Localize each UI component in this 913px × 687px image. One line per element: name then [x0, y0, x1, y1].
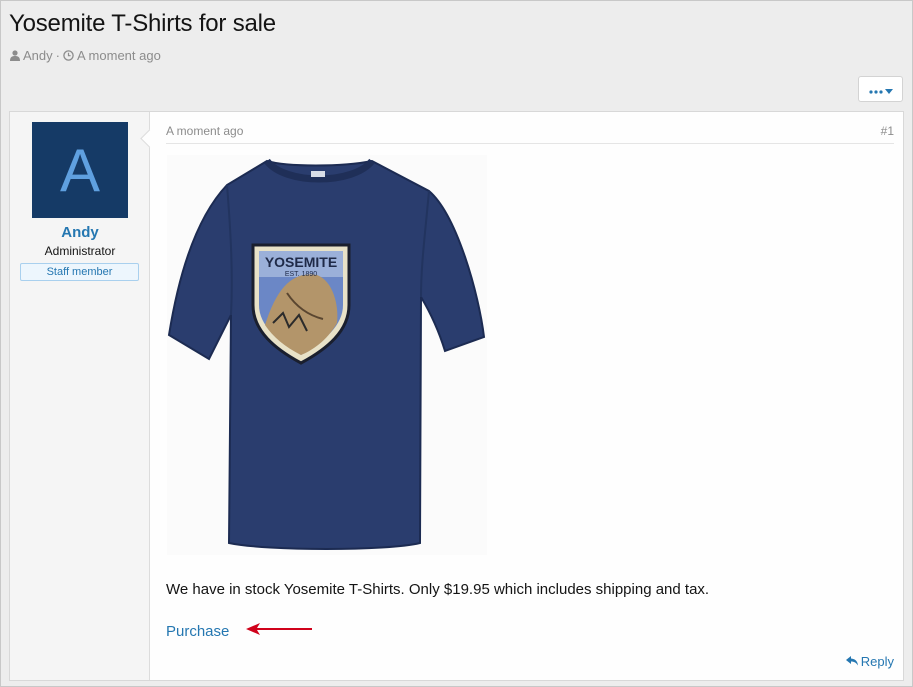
chevron-down-icon [884, 81, 893, 97]
purchase-link[interactable]: Purchase [166, 623, 229, 640]
clock-icon [63, 50, 74, 61]
tshirt-image[interactable]: YOSEMITE EST. 1890 [167, 155, 487, 555]
tshirt-icon: YOSEMITE EST. 1890 [167, 158, 486, 550]
post-username[interactable]: Andy [10, 224, 150, 241]
avatar[interactable]: A [32, 122, 128, 218]
shirt-print-title: YOSEMITE [265, 254, 337, 270]
more-dots-icon [868, 81, 883, 97]
post-message: A Andy Administrator Staff member A mome… [9, 111, 904, 681]
page-title: Yosemite T-Shirts for sale [9, 10, 276, 37]
red-arrow-icon [244, 621, 314, 642]
meta-separator: · [55, 48, 60, 63]
reply-icon [845, 654, 858, 669]
shirt-print-sub: EST. 1890 [285, 271, 317, 278]
staff-badge: Staff member [20, 263, 139, 281]
thread-author[interactable]: Andy [23, 48, 53, 63]
post-user-column: A Andy Administrator Staff member [10, 112, 150, 680]
more-options-button[interactable] [858, 76, 903, 102]
post-body-text: We have in stock Yosemite T-Shirts. Only… [166, 581, 710, 598]
page-frame: Yosemite T-Shirts for sale Andy · A mome… [0, 0, 913, 687]
user-icon [10, 50, 20, 61]
post-number[interactable]: #1 [881, 124, 894, 138]
reply-label: Reply [860, 654, 894, 669]
reply-button[interactable]: Reply [845, 654, 894, 669]
user-role: Administrator [44, 244, 116, 258]
thread-time[interactable]: A moment ago [77, 48, 161, 63]
thread-meta: Andy · A moment ago [10, 48, 161, 63]
post-date[interactable]: A moment ago [166, 124, 243, 138]
post-header: A moment ago #1 [166, 124, 894, 144]
